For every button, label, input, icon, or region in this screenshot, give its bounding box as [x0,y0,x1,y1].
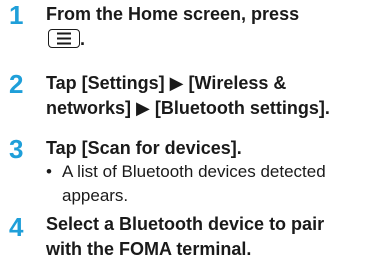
step-number-3: 3 [9,134,24,164]
step-number-1: 1 [9,0,24,30]
step-3-note: • A list of Bluetooth devices detected ap… [46,160,326,208]
step-2-text: Tap [Settings] ▶ [Wireless & networks] ▶… [46,71,366,121]
step-3-text: Tap [Scan for devices]. [46,138,242,158]
step-2-line-1: Tap [Settings] ▶ [Wireless & [46,73,287,93]
menu-key-icon [48,29,80,48]
step-1-line-1: From the Home screen, press [46,4,300,24]
step-1-text: From the Home screen, press . [46,2,366,52]
bullet-marker: • [46,162,52,181]
step-number-4: 4 [9,212,24,242]
step-number-2: 2 [9,69,24,99]
step-3-note-line-2: appears. [62,186,129,205]
step-1-line-2-suffix: . [80,29,86,49]
step-4-text: Select a Bluetooth device to pair with t… [46,212,366,262]
step-2-line-2: networks] ▶ [Bluetooth settings]. [46,98,330,118]
step-4-line-2: with the FOMA terminal. [46,239,252,259]
step-4-line-1: Select a Bluetooth device to pair [46,214,325,234]
step-3-note-line-1: A list of Bluetooth devices detected [62,162,326,181]
